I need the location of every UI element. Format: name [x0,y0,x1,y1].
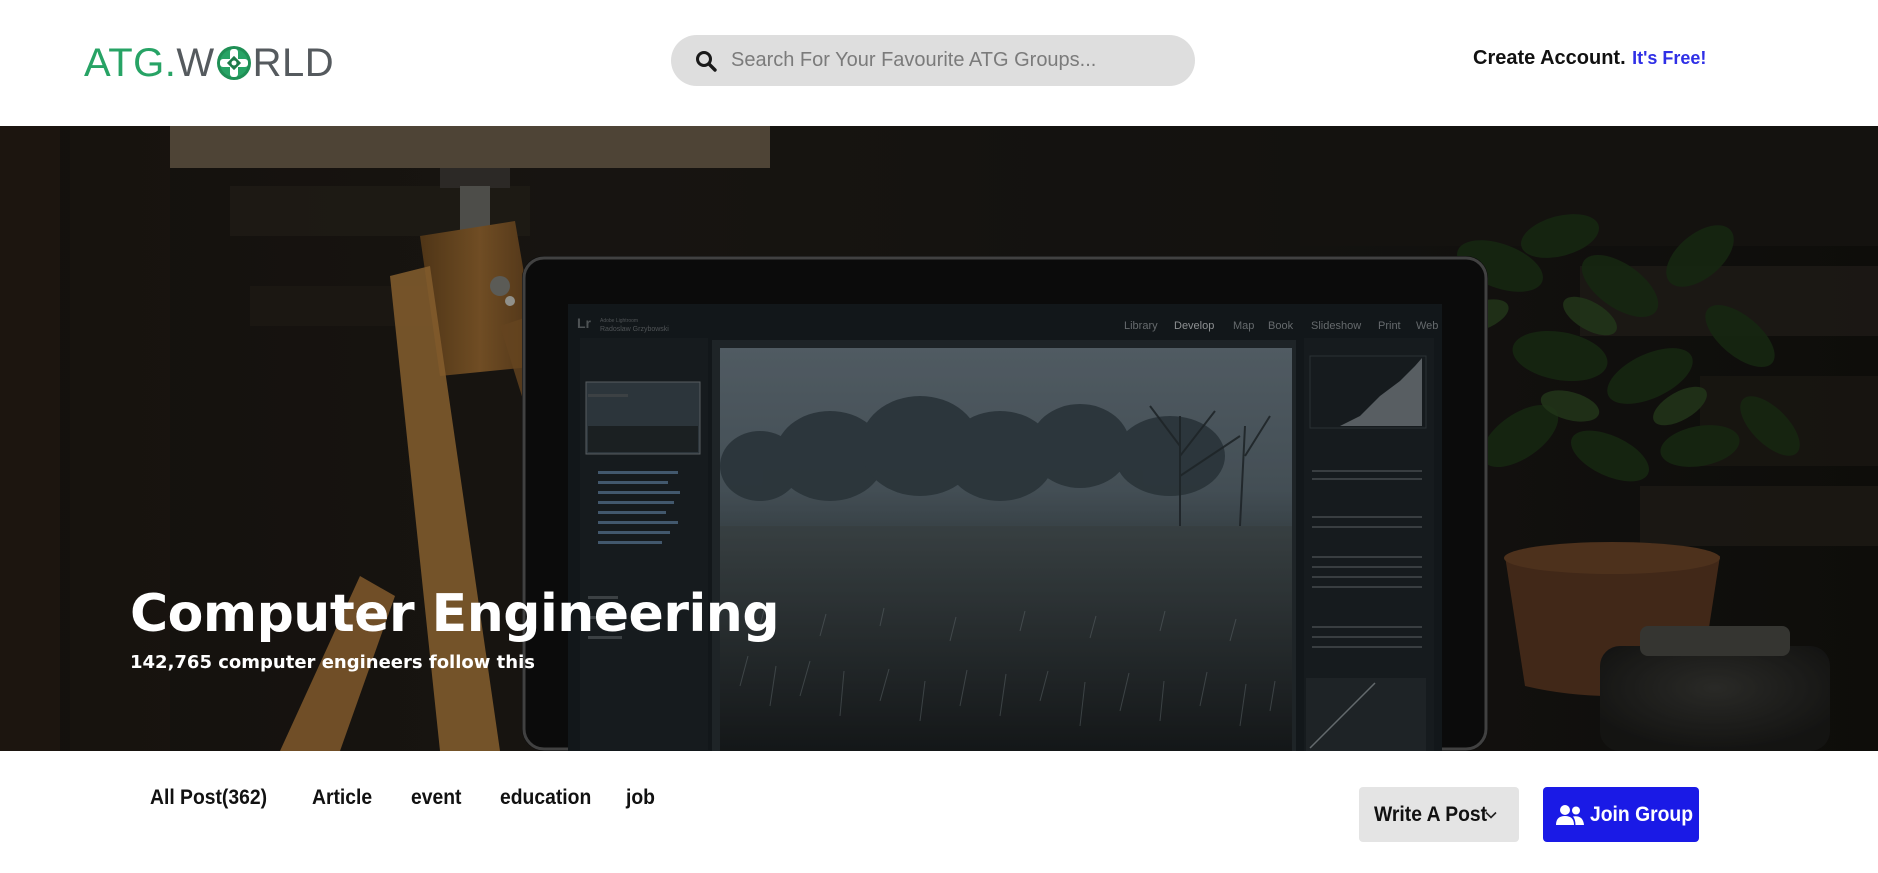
tab-event[interactable]: event [411,786,461,810]
join-group-label: Join Group [1590,802,1694,826]
chevron-down-icon [1485,811,1497,819]
logo-text-rld: RLD [252,41,335,85]
atg-world-logo[interactable]: ATG. W RLD [84,40,334,86]
search-bar[interactable] [671,35,1195,86]
write-a-post-button[interactable]: Write A Post [1359,787,1519,842]
logo-text-atg: ATG. [84,41,177,85]
group-tabs-bar: All Post(362) Article event education jo… [0,751,1878,873]
write-a-post-label: Write A Post [1374,802,1488,826]
users-icon [1556,804,1584,825]
create-account-link[interactable]: Create Account. It's Free! [1473,46,1706,72]
follower-count: 142,765 computer engineers follow this [130,652,535,673]
tab-article[interactable]: Article [312,786,372,810]
create-account-label[interactable]: Create Account. [1473,47,1626,69]
search-icon[interactable] [694,49,718,73]
atg-logo-icon [216,46,251,80]
group-title: Computer Engineering [130,584,780,644]
site-header: ATG.W RLD Create Account. It's Free! [0,0,1878,126]
its-free-label[interactable]: It's Free! [1632,48,1706,68]
logo-text-w: W [176,41,215,85]
search-input[interactable] [731,35,1171,86]
tab-all-posts[interactable]: All Post(362) [150,786,267,810]
join-group-button[interactable]: Join Group [1543,787,1699,842]
tab-education[interactable]: education [500,786,591,810]
group-cover-banner: Lr Adobe Lightroom Radoslaw Grzybowski L… [0,126,1878,751]
tab-job[interactable]: job [626,786,655,810]
